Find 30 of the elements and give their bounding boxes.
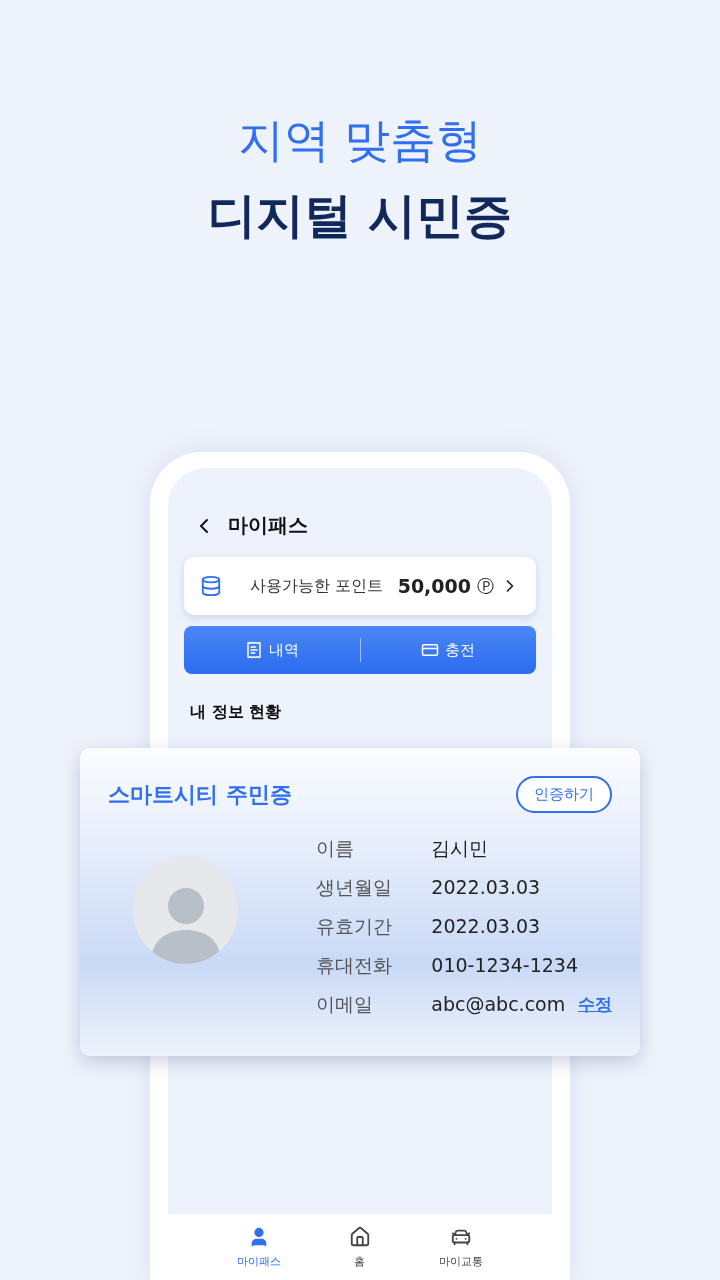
nav-item[interactable]: 홈 bbox=[320, 1214, 400, 1280]
verify-button[interactable]: 인증하기 bbox=[516, 776, 612, 813]
action-button[interactable]: 충전 bbox=[360, 626, 536, 674]
field-label: 유효기간 bbox=[316, 914, 394, 939]
headline-title: 디지털 시민증 bbox=[207, 186, 513, 245]
field-label: 생년월일 bbox=[316, 875, 394, 900]
field-label: 휴대전화 bbox=[316, 953, 394, 978]
points-unit: Ⓟ bbox=[477, 574, 494, 598]
card-icon bbox=[421, 641, 440, 659]
card-title: 스마트시티 주민증 bbox=[108, 780, 292, 809]
points-card[interactable]: 사용가능한 포인트 50,000 Ⓟ bbox=[184, 557, 536, 615]
field-label: 이메일 bbox=[316, 992, 375, 1017]
field-value: 김시민 bbox=[431, 836, 490, 861]
nav-item[interactable]: 마이교통 bbox=[421, 1214, 502, 1280]
nav-item[interactable]: 마이패스 bbox=[218, 1214, 299, 1280]
receipt-icon bbox=[244, 641, 263, 659]
action-button[interactable]: 내역 bbox=[184, 626, 360, 674]
coin-stack-icon bbox=[200, 575, 222, 597]
edit-link[interactable]: 수정 bbox=[578, 992, 612, 1016]
field-value: abc@abc.com bbox=[431, 992, 567, 1017]
points-label: 사용가능한 포인트 bbox=[249, 575, 385, 597]
section-title: 내 정보 현황 bbox=[190, 702, 283, 723]
headline-subtitle: 지역 맞춤형 bbox=[237, 112, 483, 169]
field-value: 2022.03.03 bbox=[431, 914, 542, 939]
screen-title: 마이패스 bbox=[228, 512, 308, 539]
field-value: 2022.03.03 bbox=[431, 875, 542, 900]
field-label: 이름 bbox=[316, 836, 356, 861]
home-icon bbox=[349, 1226, 371, 1248]
field-value: 010-1234-1234 bbox=[431, 953, 578, 978]
points-amount: 50,000 bbox=[397, 575, 471, 597]
